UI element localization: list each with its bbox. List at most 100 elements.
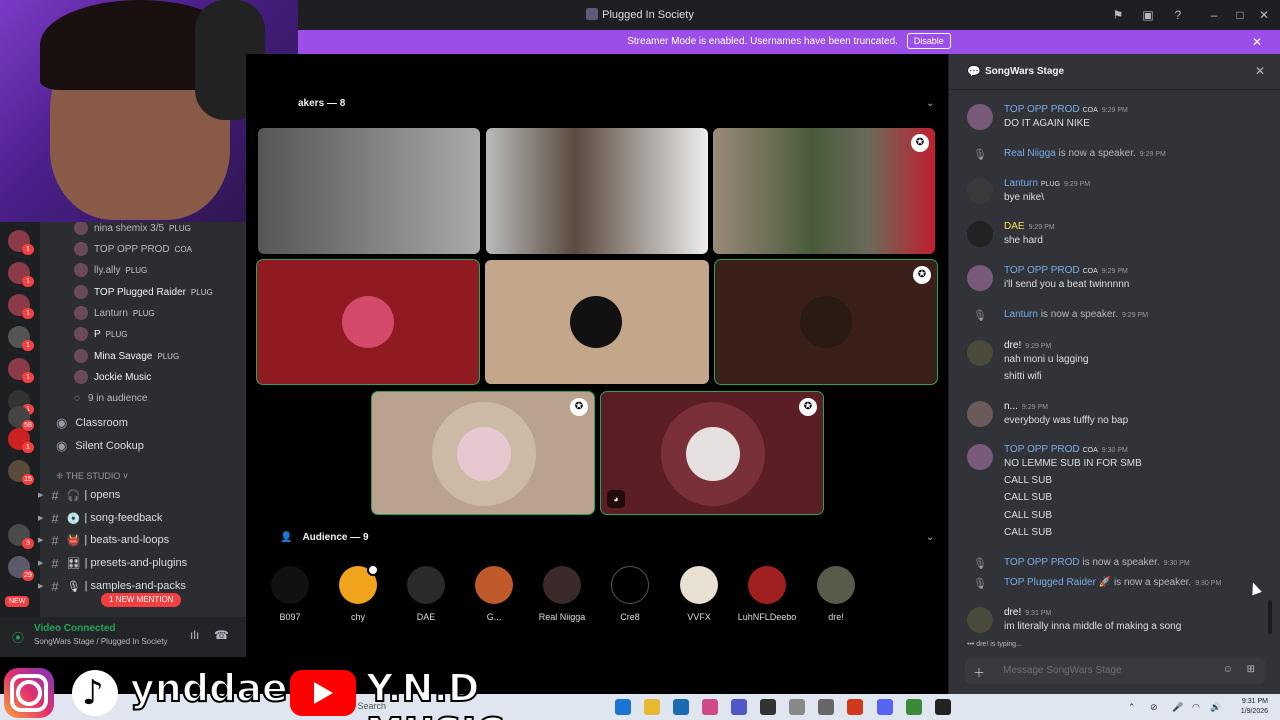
server-icon[interactable]: 29 [8, 556, 34, 581]
monitor-icon[interactable]: ▣ [1140, 7, 1156, 23]
server-icon[interactable]: 1 [8, 358, 34, 383]
speaker-tile[interactable] [485, 260, 709, 384]
avatar[interactable] [967, 265, 993, 291]
server-icon[interactable]: 1 [8, 262, 34, 287]
server-icon[interactable]: 3 [8, 524, 34, 549]
message-author[interactable]: dre! [1004, 607, 1021, 618]
voice-channel-classroom[interactable]: ◉ Classroom [48, 412, 244, 434]
message-author[interactable]: TOP OPP PROD [1004, 104, 1080, 115]
app-icon[interactable] [789, 699, 805, 715]
speaker-tile[interactable]: ✪ ◕ [601, 392, 823, 514]
text-channel[interactable]: ▶ # 🎛 | presets-and-plugins [38, 552, 236, 574]
close-banner-icon[interactable]: ✕ [1252, 30, 1262, 54]
audience-member[interactable]: dre! [805, 566, 867, 622]
message-author[interactable]: Lanturn [1004, 178, 1038, 189]
plus-icon[interactable]: ＋ [973, 664, 985, 681]
wifi-icon[interactable]: ◠ [1192, 702, 1200, 713]
store-icon[interactable] [673, 699, 689, 715]
discord-icon[interactable] [877, 699, 893, 715]
text-channel[interactable]: ▶ # 👹 | beats-and-loops [38, 529, 236, 551]
voice-member[interactable]: Jockie Music [74, 367, 151, 387]
audience-member[interactable]: Cre8 [599, 566, 661, 622]
server-icon[interactable]: 1 [8, 294, 34, 319]
mic-icon[interactable]: 🎤 [1172, 702, 1183, 713]
app-icon[interactable] [906, 699, 922, 715]
speaker-video-tile[interactable] [258, 128, 480, 254]
inbox-flag-icon[interactable]: ⚑ [1110, 7, 1126, 23]
message-author[interactable]: TOP OPP PROD [1004, 444, 1080, 455]
apps-icon[interactable]: ⊞ [1247, 664, 1255, 675]
audience-count[interactable]: ◌ 9 in audience [74, 388, 147, 408]
avatar[interactable] [967, 340, 993, 366]
audience-member[interactable]: Real Niigga [531, 566, 593, 622]
avatar[interactable] [967, 178, 993, 204]
voice-member[interactable]: lly.ally PLUG [74, 260, 147, 280]
server-icon[interactable]: 1 [8, 230, 34, 255]
system-clock[interactable]: 9:31 PM 1/9/2026 [1241, 697, 1268, 717]
server-icon[interactable]: 15 [8, 460, 34, 485]
tray-chevron-icon[interactable]: ⌃ [1128, 702, 1136, 713]
help-icon[interactable]: ? [1170, 7, 1186, 23]
speaker-tile[interactable]: ✪ [372, 392, 594, 514]
voice-member[interactable]: Mina Savage PLUG [74, 346, 179, 366]
voice-member[interactable]: P PLUG [74, 324, 127, 344]
category-the-studio[interactable]: ⁜ THE STUDIO ˅ [56, 471, 128, 482]
speaker-video-tile[interactable] [486, 128, 708, 254]
speaker-tile[interactable]: ✪ [715, 260, 937, 384]
audience-member[interactable]: DAE [395, 566, 457, 622]
minimize-icon[interactable]: – [1206, 7, 1222, 23]
avatar[interactable] [967, 401, 993, 427]
audience-member[interactable]: chy [327, 564, 389, 622]
message-author[interactable]: TOP OPP PROD [1004, 557, 1080, 568]
chevron-down-icon[interactable]: ⌄ [926, 532, 934, 543]
avatar[interactable] [967, 607, 993, 633]
disable-button[interactable]: Disable [906, 33, 951, 49]
voice-connected-label[interactable]: Video Connected [34, 623, 116, 634]
message-author[interactable]: TOP Plugged Raider [1004, 577, 1096, 588]
volume-icon[interactable]: 🔊 [1210, 702, 1221, 713]
voice-member[interactable]: Lanturn PLUG [74, 303, 155, 323]
message-author[interactable]: TOP OPP PROD [1004, 265, 1080, 276]
server-icon[interactable]: 1 [8, 428, 34, 453]
maximize-icon[interactable]: □ [1232, 7, 1248, 23]
voice-member[interactable]: TOP Plugged Raider PLUG [74, 282, 213, 302]
obs-icon[interactable] [935, 699, 951, 715]
copilot-icon[interactable] [702, 699, 718, 715]
message-composer[interactable]: ＋ Message SongWars Stage ☺ ⊞ [965, 658, 1265, 684]
audience-member[interactable]: LuhNFLDeebo [736, 566, 798, 622]
folder-icon[interactable] [644, 699, 660, 715]
speaker-tile[interactable] [257, 260, 479, 384]
disconnect-icon[interactable]: ☎ [214, 628, 229, 642]
voice-channel-silent-cookup[interactable]: ◉ Silent Cookup [48, 435, 244, 457]
new-mention-pill[interactable]: 1 NEW MENTION [101, 593, 182, 607]
audience-member[interactable]: B097 [259, 566, 321, 622]
emoji-icon[interactable]: ☺ [1223, 664, 1233, 675]
settings-icon[interactable] [818, 699, 834, 715]
server-icon[interactable]: 58 [8, 406, 34, 431]
text-channel[interactable]: ▶ # 🎧 | opens [38, 484, 236, 506]
chrome-icon[interactable] [847, 699, 863, 715]
close-window-icon[interactable]: ✕ [1256, 7, 1272, 23]
audience-member[interactable]: VVFX [668, 566, 730, 622]
speaker-video-tile[interactable]: ✪ [713, 128, 935, 254]
message-author[interactable]: Real Niigga [1004, 148, 1056, 159]
security-icon[interactable]: ⊘ [1150, 702, 1158, 713]
avatar[interactable] [967, 104, 993, 130]
noise-suppression-icon[interactable]: ılı [190, 628, 199, 642]
fl-studio-icon[interactable] [760, 699, 776, 715]
chevron-down-icon[interactable]: ⌄ [926, 98, 934, 109]
text-channel[interactable]: ▶ # 💿 | song-feedback [38, 507, 236, 529]
message-input[interactable]: Message SongWars Stage [1003, 665, 1122, 676]
avatar[interactable] [967, 221, 993, 247]
close-chat-icon[interactable]: ✕ [1255, 64, 1265, 78]
scrollbar[interactable] [1268, 600, 1272, 634]
message-author[interactable]: DAE [1004, 221, 1025, 232]
voice-member[interactable]: TOP OPP PROD COA [74, 239, 192, 259]
message-author[interactable]: Lanturn [1004, 309, 1038, 320]
teams-icon[interactable] [731, 699, 747, 715]
avatar[interactable] [967, 444, 993, 470]
server-icon[interactable]: 1 [8, 326, 34, 351]
message-author[interactable]: n... [1004, 401, 1018, 412]
message-author[interactable]: dre! [1004, 340, 1021, 351]
audience-member[interactable]: G... [463, 566, 525, 622]
